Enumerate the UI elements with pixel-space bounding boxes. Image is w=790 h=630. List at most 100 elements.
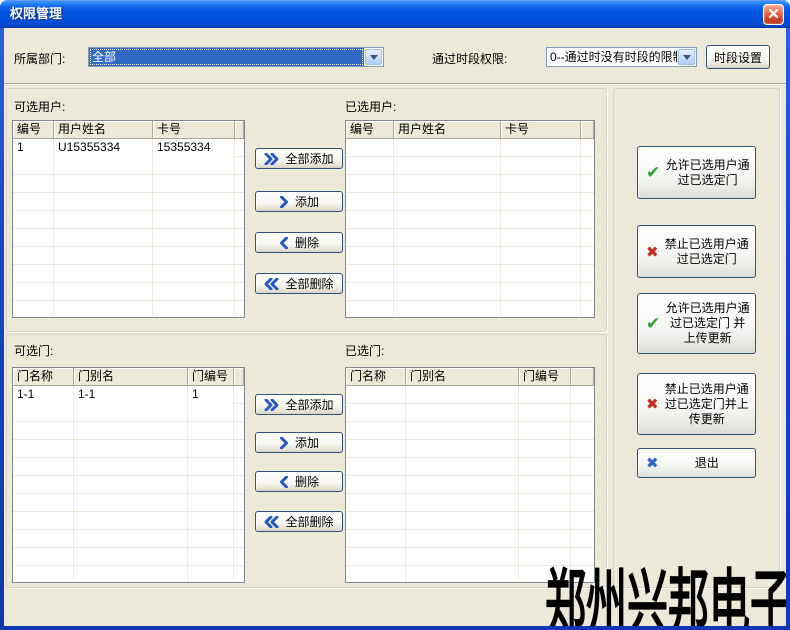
available-users-label: 可选用户: xyxy=(14,98,65,115)
dropdown-arrow-icon[interactable] xyxy=(365,49,382,65)
table-column: 1-1 xyxy=(74,386,188,582)
deny-users-button[interactable]: ✖ 禁止已选用户通过已选定门 xyxy=(637,225,756,278)
col-header-door-alias[interactable]: 门别名 xyxy=(74,368,188,386)
users-remove-all-button[interactable]: 全部删除 xyxy=(255,273,343,294)
available-users-table[interactable]: 编号 用户姓名 卡号 1 U15355334 15355334 xyxy=(12,120,245,318)
doors-add-button[interactable]: 添加 xyxy=(255,432,343,453)
table-header-row: 门名称 门别名 门编号 xyxy=(346,368,594,386)
timeperiod-selected-value: 0--通过时没有时段的限制 xyxy=(547,48,677,66)
time-settings-label: 时段设置 xyxy=(714,49,762,66)
table-cell[interactable]: 1-1 xyxy=(13,386,73,404)
table-header-row: 门名称 门别名 门编号 xyxy=(13,368,244,386)
exit-label: 退出 xyxy=(663,456,751,471)
table-column xyxy=(234,386,244,582)
col-header-card-no[interactable]: 卡号 xyxy=(153,121,235,139)
col-header-user-id[interactable]: 编号 xyxy=(13,121,54,139)
topbar-divider xyxy=(4,83,786,85)
double-chevron-left-icon xyxy=(264,278,279,290)
doors-add-all-button[interactable]: 全部添加 xyxy=(255,394,343,415)
department-label: 所属部门: xyxy=(14,50,65,67)
window-title: 权限管理 xyxy=(10,0,62,27)
selected-users-table[interactable]: 编号 用户姓名 卡号 xyxy=(345,120,595,318)
doors-add-label: 添加 xyxy=(295,434,319,451)
table-column: 1-1 xyxy=(13,386,74,582)
double-chevron-right-icon xyxy=(264,399,279,411)
double-chevron-left-icon xyxy=(264,516,279,528)
users-add-label: 添加 xyxy=(295,193,319,210)
table-header-row: 编号 用户姓名 卡号 xyxy=(346,121,594,139)
table-column xyxy=(406,386,519,582)
timeperiod-label: 通过时段权限: xyxy=(432,50,507,67)
users-remove-button[interactable]: 删除 xyxy=(255,232,343,253)
col-header-card-no[interactable]: 卡号 xyxy=(501,121,581,139)
chevron-right-icon xyxy=(279,437,289,449)
col-header-user-name[interactable]: 用户姓名 xyxy=(394,121,501,139)
table-column: 1 xyxy=(188,386,234,582)
users-remove-all-label: 全部删除 xyxy=(285,275,333,292)
table-column xyxy=(346,139,394,317)
col-header-filler xyxy=(234,368,244,386)
doors-remove-all-button[interactable]: 全部删除 xyxy=(255,511,343,532)
dropdown-arrow-icon[interactable] xyxy=(678,49,695,65)
double-chevron-right-icon xyxy=(264,153,279,165)
allow-users-label: 允许已选用户通过已选定门 xyxy=(664,158,751,188)
table-cell[interactable]: 1-1 xyxy=(74,386,187,404)
chevron-left-icon xyxy=(279,476,289,488)
doors-remove-button[interactable]: 删除 xyxy=(255,471,343,492)
table-column xyxy=(346,386,406,582)
table-cell[interactable]: U15355334 xyxy=(54,139,152,157)
doors-remove-label: 删除 xyxy=(295,473,319,490)
table-column xyxy=(235,139,244,317)
timeperiod-select[interactable]: 0--通过时没有时段的限制 xyxy=(546,47,697,67)
exit-cross-icon: ✖ xyxy=(646,454,659,472)
col-header-door-name[interactable]: 门名称 xyxy=(346,368,406,386)
col-header-door-name[interactable]: 门名称 xyxy=(13,368,74,386)
time-settings-button[interactable]: 时段设置 xyxy=(706,45,770,69)
col-header-filler xyxy=(235,121,244,139)
check-icon: ✔ xyxy=(646,163,660,183)
deny-users-upload-button[interactable]: ✖ 禁止已选用户通过已选定门并上传更新 xyxy=(637,373,756,435)
col-header-user-id[interactable]: 编号 xyxy=(346,121,394,139)
col-header-filler xyxy=(571,368,594,386)
table-body[interactable] xyxy=(346,139,594,317)
col-header-user-name[interactable]: 用户姓名 xyxy=(54,121,153,139)
table-column xyxy=(581,139,594,317)
department-selected-value: 全部 xyxy=(89,48,364,66)
users-add-button[interactable]: 添加 xyxy=(255,191,343,212)
col-header-door-alias[interactable]: 门别名 xyxy=(406,368,519,386)
check-icon: ✔ xyxy=(646,314,660,334)
available-doors-table[interactable]: 门名称 门别名 门编号 1-1 1-1 1 xyxy=(12,367,245,583)
selected-users-label: 已选用户: xyxy=(345,98,396,115)
deny-users-label: 禁止已选用户通过已选定门 xyxy=(663,237,751,267)
table-cell[interactable]: 1 xyxy=(188,386,233,404)
allow-users-upload-button[interactable]: ✔ 允许已选用户通过已选定门 并上传更新 xyxy=(637,293,756,354)
chevron-left-icon xyxy=(279,237,289,249)
table-cell[interactable]: 15355334 xyxy=(153,139,234,157)
table-column: 1 xyxy=(13,139,54,317)
selected-doors-label: 已选门: xyxy=(345,342,384,359)
users-add-all-button[interactable]: 全部添加 xyxy=(255,148,343,169)
table-body[interactable]: 1-1 1-1 1 xyxy=(13,386,244,582)
col-header-door-no[interactable]: 门编号 xyxy=(519,368,571,386)
table-column: U15355334 xyxy=(54,139,153,317)
allow-users-button[interactable]: ✔ 允许已选用户通过已选定门 xyxy=(637,146,756,199)
col-header-filler xyxy=(581,121,594,139)
department-select[interactable]: 全部 xyxy=(88,47,384,67)
deny-users-upload-label: 禁止已选用户通过已选定门并上传更新 xyxy=(663,382,751,427)
chevron-right-icon xyxy=(279,196,289,208)
allow-users-upload-label: 允许已选用户通过已选定门 并上传更新 xyxy=(664,301,751,346)
col-header-door-no[interactable]: 门编号 xyxy=(188,368,234,386)
users-remove-label: 删除 xyxy=(295,234,319,251)
table-column xyxy=(501,139,581,317)
available-doors-label: 可选门: xyxy=(14,342,53,359)
dialog-body: 所属部门: 全部 通过时段权限: 0--通过时没有时段的限制 时段设置 可选用户… xyxy=(4,28,786,626)
permission-manager-window: 权限管理 所属部门: 全部 通过时段权限: 0--通过时没有时段的限制 时段设置… xyxy=(0,0,790,630)
vendor-watermark: 郑州兴邦电子 xyxy=(545,543,786,626)
table-header-row: 编号 用户姓名 卡号 xyxy=(13,121,244,139)
table-cell[interactable]: 1 xyxy=(13,139,53,157)
close-icon xyxy=(768,6,779,24)
table-body[interactable]: 1 U15355334 15355334 xyxy=(13,139,244,317)
exit-button[interactable]: ✖ 退出 xyxy=(637,448,756,478)
doors-add-all-label: 全部添加 xyxy=(285,396,333,413)
close-button[interactable] xyxy=(763,4,784,25)
